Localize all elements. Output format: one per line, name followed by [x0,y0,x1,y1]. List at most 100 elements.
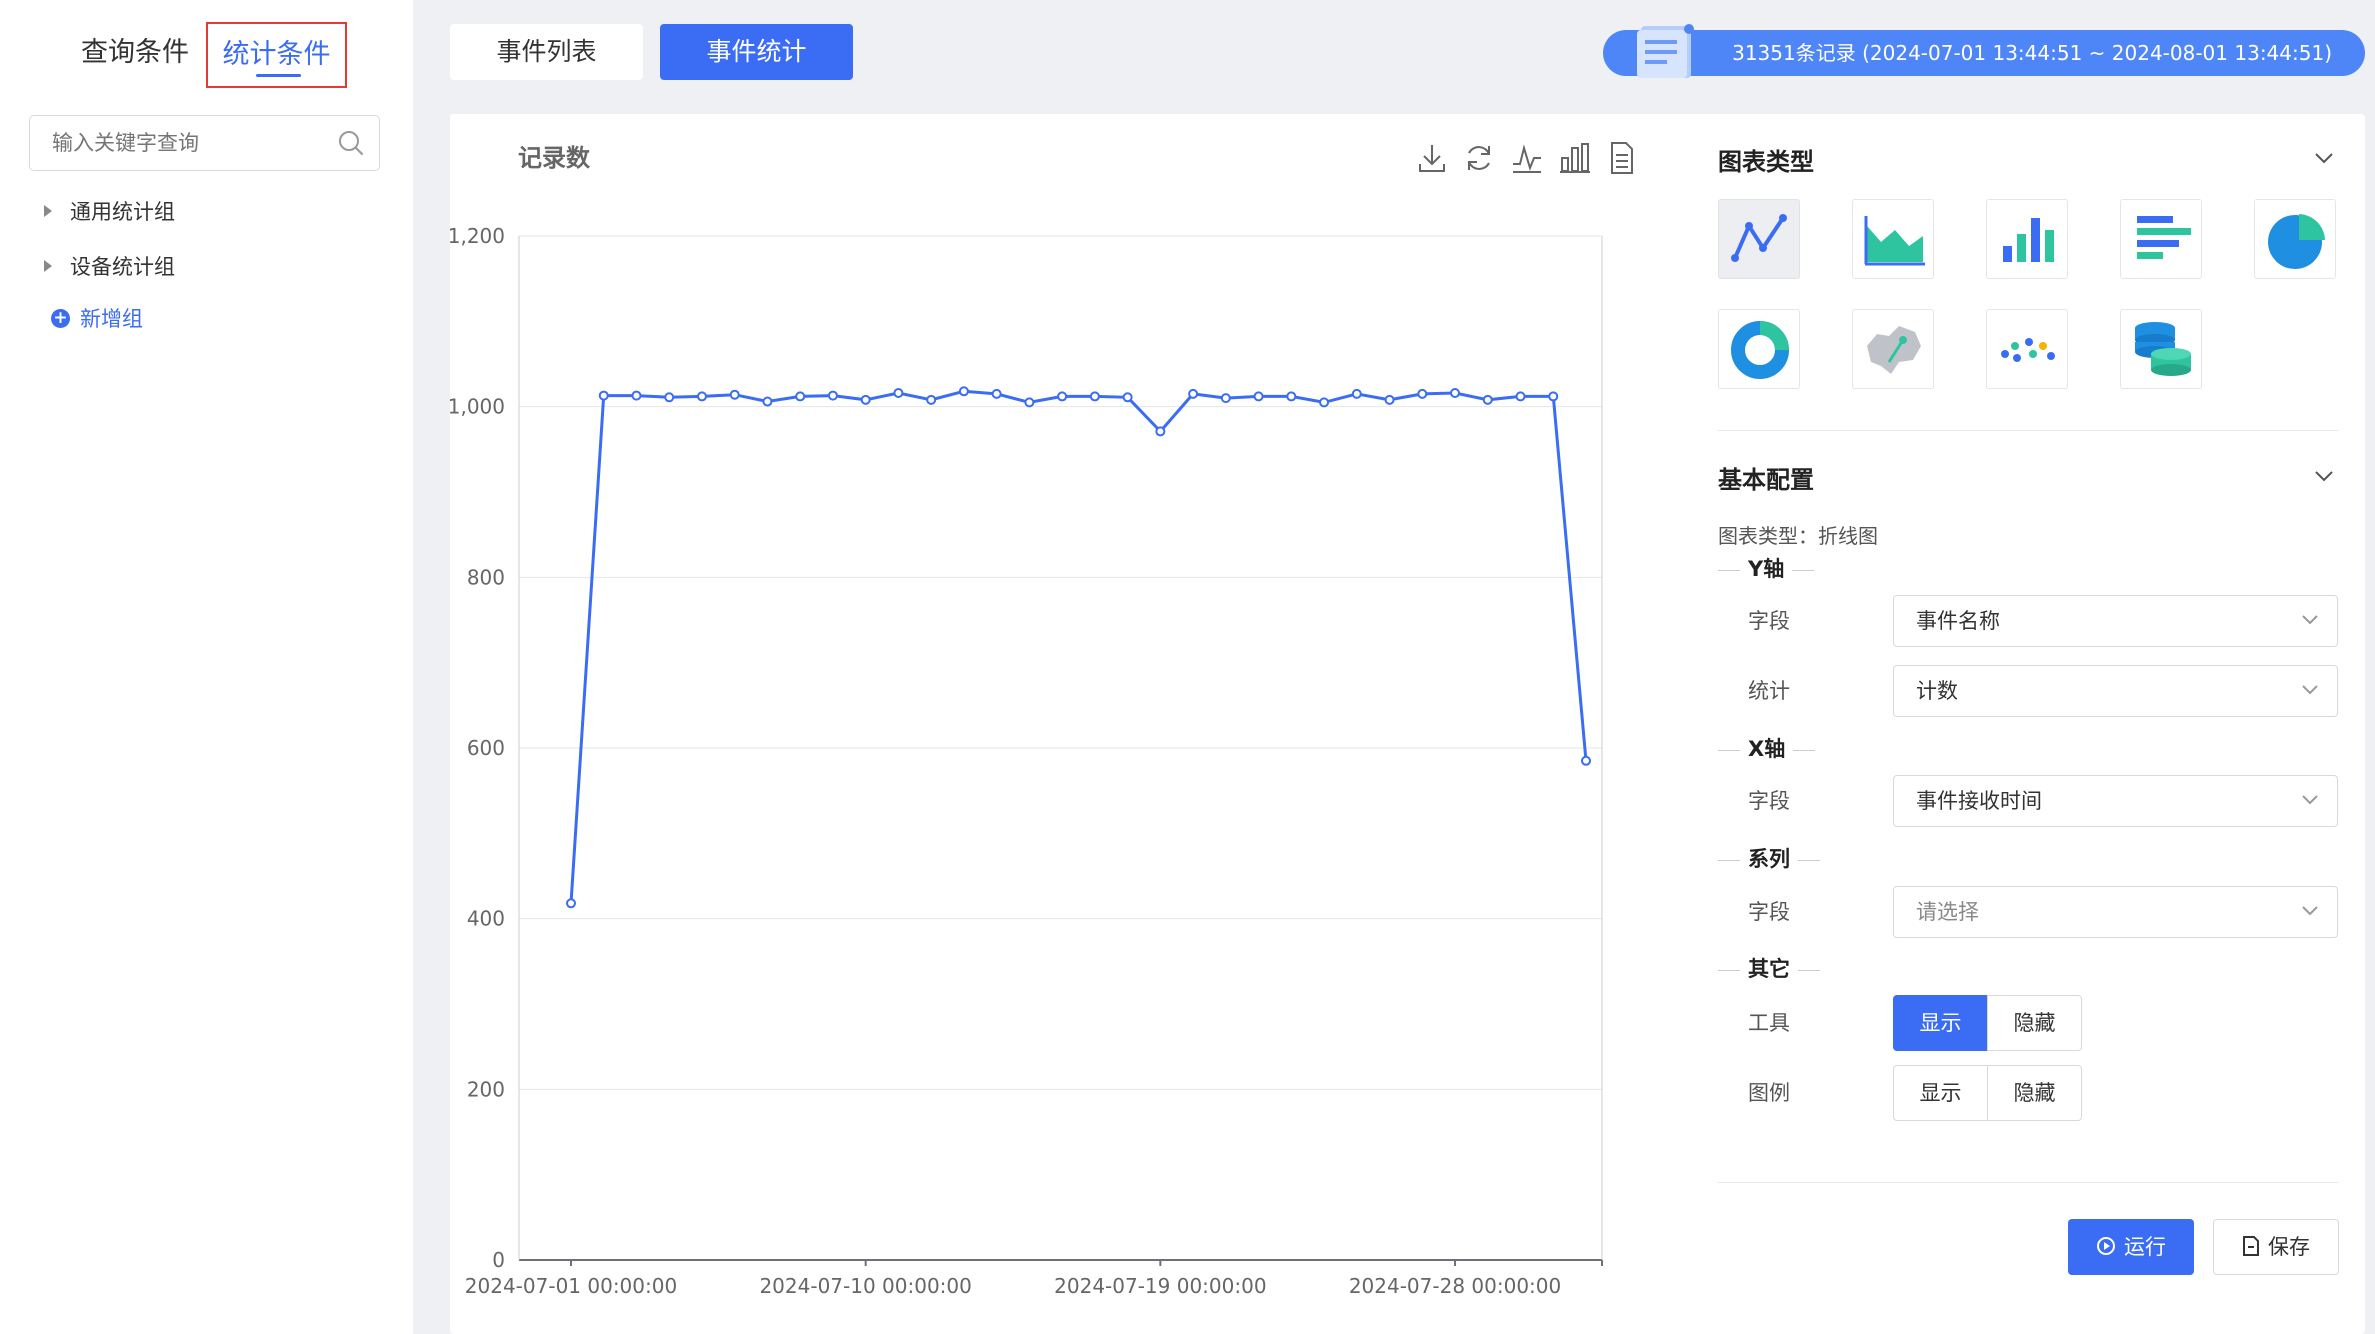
document-list-icon [1637,24,1694,78]
data-point [1155,426,1166,437]
tree-item-label: 通用统计组 [70,200,175,224]
add-group-label: 新增组 [80,307,143,331]
chart-type-database-button[interactable] [2120,309,2202,389]
x-axis-group-title: X轴 [1718,734,1816,764]
x-field-select[interactable]: 事件接收时间 [1893,775,2338,827]
data-point [1188,388,1199,399]
run-button[interactable]: 运行 [2068,1219,2194,1275]
other-group-title: 其它 [1718,954,1820,984]
divider [1718,430,2338,431]
y-axis-group-title: Y轴 [1718,554,1815,584]
y-field-select[interactable]: 事件名称 [1893,595,2338,647]
data-point [1548,391,1559,402]
other-title: 其它 [1748,957,1790,981]
y-tick-label: 200 [467,1077,505,1101]
play-circle-icon [2097,1237,2115,1255]
data-point [1253,391,1264,402]
series-line [569,389,1588,904]
series-field-label: 字段 [1748,900,1790,924]
chart-type-area-button[interactable] [1852,199,1934,279]
y-tick-label: 0 [492,1248,505,1272]
data-point [958,386,969,397]
data-point [598,390,609,401]
tool-label: 工具 [1748,1011,1790,1035]
run-label: 运行 [2124,1235,2166,1259]
data-point [1122,392,1133,403]
pie-chart-icon [2268,214,2325,269]
chart-type-donut-button[interactable] [1718,309,1800,389]
tab-event-statistics[interactable]: 事件统计 [660,24,853,80]
chevron-down-icon[interactable] [2312,468,2336,484]
data-point [631,390,642,401]
add-group-button[interactable]: + 新增组 [51,300,143,338]
save-button[interactable]: 保存 [2213,1219,2339,1275]
database-icon [2135,322,2191,376]
y-tick-label: 800 [467,565,505,589]
y-stat-value: 计数 [1916,679,1958,703]
data-point [566,898,576,909]
map-chart-icon [1867,326,1921,374]
legend-label: 图例 [1748,1081,1790,1105]
horizontal-bar-chart-icon [2137,216,2191,259]
chart-type-scatter-button[interactable] [1986,309,2068,389]
y-stat-select[interactable]: 计数 [1893,665,2338,717]
x-axis-title: X轴 [1748,737,1786,761]
chart-type-bar-button[interactable] [1986,199,2068,279]
data-point [762,396,773,407]
line-chart: 0 200 400 600 800 1,000 1,200 2024-07-01 00:00:… [450,224,1603,1298]
donut-chart-icon [1731,321,1789,379]
tab-query-conditions[interactable]: 查询条件 [70,22,200,88]
divider [1718,1182,2338,1183]
data-point [1286,391,1297,402]
series-field-select[interactable]: 请选择 [1893,886,2338,938]
data-point [1417,388,1428,399]
tab-statistics-conditions[interactable]: 统计条件 [206,22,347,88]
x-tick-label: 2024-07-28 00:00:00 [1349,1274,1561,1298]
caret-right-icon [44,205,52,217]
x-field-label: 字段 [1748,789,1790,813]
legend-show-button[interactable]: 显示 [1893,1065,1988,1121]
tree-item-general-group[interactable]: 通用统计组 [44,192,175,232]
data-point [1057,391,1068,402]
chart-type-line-button[interactable] [1718,199,1800,279]
data-point [1089,391,1100,402]
series-field-placeholder: 请选择 [1916,900,1979,924]
search-input[interactable] [52,116,332,170]
y-tick-label: 1,000 [450,395,505,419]
y-stat-label: 统计 [1748,679,1790,703]
y-tick-label: 400 [467,907,505,931]
data-point [1581,755,1591,766]
chevron-down-icon [2302,795,2318,805]
left-panel: 查询条件 统计条件 通用统计组 设备统计组 + 新增组 [0,0,413,1334]
series-title: 系列 [1748,847,1790,871]
tab-event-list[interactable]: 事件列表 [450,24,643,80]
bar-chart-icon [2003,218,2054,262]
legend-hide-button[interactable]: 隐藏 [1987,1065,2082,1121]
data-point [926,394,937,405]
chart-type-horizontal-bar-button[interactable] [2120,199,2202,279]
x-tick-label: 2024-07-10 00:00:00 [759,1274,971,1298]
left-tabs: 查询条件 统计条件 [0,22,413,88]
config-panel: 图表类型 基本配置 图表类型：折线图 Y轴 字段 事件名称 统计 计数 X轴 字… [1718,114,2339,1334]
chart-type-title: 图表类型 [1718,148,1814,176]
tree-item-device-group[interactable]: 设备统计组 [44,247,175,287]
chart-type-map-button[interactable] [1852,309,1934,389]
main-card: 记录数 0 200 400 600 800 1,000 1,200 2024-0… [450,114,2365,1334]
chevron-down-icon [2302,906,2318,916]
basic-config-title: 基本配置 [1718,466,1814,494]
data-point [1220,393,1231,404]
chart-type-pie-button[interactable] [2254,199,2336,279]
scatter-chart-icon [2001,338,2055,362]
record-summary: 31351条记录 (2024-07-01 13:44:51 ~ 2024-08-… [1603,30,2365,76]
data-point [696,391,707,402]
chevron-down-icon[interactable] [2312,150,2336,166]
data-point [1384,394,1395,405]
chevron-down-icon [2302,615,2318,625]
tool-show-button[interactable]: 显示 [1893,995,1988,1051]
area-chart-icon [1864,216,1925,266]
x-tick-label: 2024-07-01 00:00:00 [465,1274,677,1298]
tool-hide-button[interactable]: 隐藏 [1987,995,2082,1051]
search-box [29,115,380,171]
caret-right-icon [44,260,52,272]
search-icon[interactable] [337,129,365,157]
